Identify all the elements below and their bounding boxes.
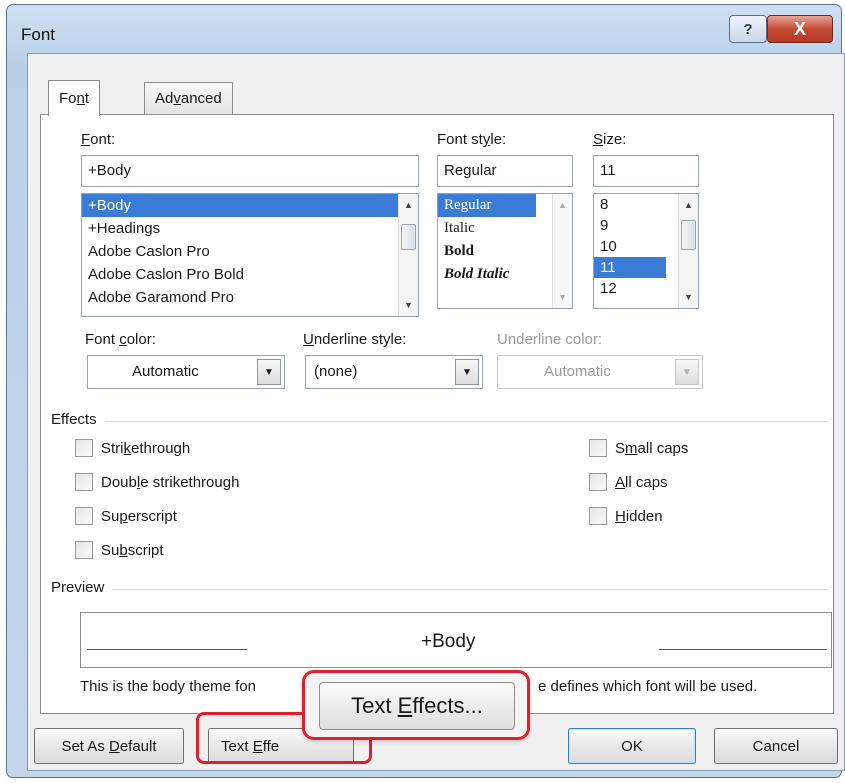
double-strikethrough-checkbox[interactable]: Double strikethrough	[75, 473, 239, 491]
scroll-thumb[interactable]	[401, 224, 416, 250]
dialog-body: Font Advanced Font: +Body +Body +Heading…	[27, 53, 845, 771]
font-name-field[interactable]: +Body	[81, 155, 419, 187]
subscript-checkbox[interactable]: Subscript	[75, 541, 164, 559]
chevron-down-icon: ▼	[675, 359, 699, 385]
subscript-label: Subscript	[101, 541, 164, 559]
effects-divider	[51, 421, 827, 422]
scroll-up-icon[interactable]: ▲	[679, 196, 698, 214]
list-item[interactable]: +Headings	[82, 217, 418, 240]
tab-font-label: Font	[59, 90, 90, 107]
preview-note: This is the body theme fon	[80, 678, 256, 695]
double-strikethrough-label: Double strikethrough	[101, 473, 240, 491]
chevron-down-icon[interactable]: ▼	[455, 359, 479, 385]
scroll-down-icon[interactable]: ▼	[399, 296, 418, 314]
hidden-label: Hidden	[615, 507, 663, 525]
set-as-default-label: Set As Default	[61, 737, 157, 755]
effects-title: Effects	[51, 411, 105, 428]
text-effects-callout: Text Effects...	[302, 670, 530, 740]
checkbox-box[interactable]	[75, 439, 93, 457]
strikethrough-checkbox[interactable]: Strikethrough	[75, 439, 190, 457]
size-label: Size:	[593, 131, 627, 148]
size-list[interactable]: 8 9 10 11 12 ▲ ▼	[593, 193, 699, 309]
list-item[interactable]: Regular	[438, 194, 536, 217]
font-color-label: Font color:	[85, 331, 156, 348]
checkbox-box[interactable]	[75, 507, 93, 525]
dialog-title: Font	[21, 25, 56, 44]
close-button[interactable]: X	[767, 15, 833, 43]
underline-color-value: Automatic	[544, 363, 611, 380]
chevron-down-icon[interactable]: ▼	[257, 359, 281, 385]
scroll-down-icon[interactable]: ▼	[553, 288, 572, 306]
size-list-scrollbar[interactable]: ▲ ▼	[678, 194, 698, 308]
small-caps-checkbox[interactable]: Small caps	[589, 439, 688, 457]
font-style-scrollbar[interactable]: ▲ ▼	[552, 194, 572, 308]
tab-advanced[interactable]: Advanced	[144, 82, 233, 114]
font-color-value: Automatic	[132, 363, 199, 380]
scroll-up-icon[interactable]: ▲	[553, 196, 572, 214]
preview-rule-right	[659, 649, 827, 650]
strikethrough-label: Strikethrough	[101, 439, 191, 457]
font-style-field[interactable]: Regular	[437, 155, 573, 187]
underline-style-label: Underline style:	[303, 331, 407, 348]
font-color-dropdown[interactable]: Automatic ▼	[87, 355, 285, 389]
small-caps-label: Small caps	[615, 439, 689, 457]
cancel-button[interactable]: Cancel	[714, 728, 838, 764]
tab-advanced-label: Advanced	[155, 90, 222, 107]
checkbox-box[interactable]	[75, 541, 93, 559]
preview-divider	[51, 589, 827, 590]
set-as-default-button[interactable]: Set As Default	[34, 728, 184, 764]
scroll-thumb[interactable]	[681, 220, 696, 250]
scroll-down-icon[interactable]: ▼	[679, 288, 698, 306]
help-icon: ?	[743, 20, 753, 38]
list-item[interactable]: Adobe Caslon Pro Bold	[82, 263, 418, 286]
tab-font[interactable]: Font	[48, 80, 101, 116]
all-caps-label: All caps	[615, 473, 668, 491]
list-item[interactable]: 11	[594, 257, 666, 278]
size-field[interactable]: 11	[593, 155, 699, 187]
all-caps-checkbox[interactable]: All caps	[589, 473, 668, 491]
preview-rule-left	[87, 649, 247, 650]
help-button[interactable]: ?	[729, 15, 767, 43]
font-list[interactable]: +Body +Headings Adobe Caslon Pro Adobe C…	[81, 193, 419, 317]
font-style-label: Font style:	[437, 131, 507, 148]
list-item[interactable]: Adobe Garamond Pro	[82, 286, 418, 309]
underline-color-dropdown: Automatic ▼	[497, 355, 703, 389]
scroll-up-icon[interactable]: ▲	[399, 196, 418, 214]
hidden-checkbox[interactable]: Hidden	[589, 507, 663, 525]
checkbox-box[interactable]	[589, 439, 607, 457]
list-item[interactable]: +Body	[82, 194, 418, 217]
checkbox-box[interactable]	[589, 473, 607, 491]
preview-box: +Body	[80, 612, 832, 668]
text-effects-zoomed-label: Text Effects...	[351, 693, 483, 718]
text-effects-button-zoomed[interactable]: Text Effects...	[319, 682, 515, 730]
preview-title: Preview	[51, 579, 113, 596]
font-style-list[interactable]: Regular Italic Bold Bold Italic ▲ ▼	[437, 193, 573, 309]
ok-button[interactable]: OK	[568, 728, 696, 764]
preview-note-tail: e defines which font will be used.	[538, 678, 758, 695]
underline-style-value: (none)	[314, 363, 358, 380]
font-label: Font:	[81, 131, 116, 148]
checkbox-box[interactable]	[75, 473, 93, 491]
checkbox-box[interactable]	[589, 507, 607, 525]
font-list-scrollbar[interactable]: ▲ ▼	[398, 194, 418, 316]
underline-color-label: Underline color:	[497, 331, 603, 348]
superscript-label: Superscript	[101, 507, 177, 525]
superscript-checkbox[interactable]: Superscript	[75, 507, 177, 525]
underline-style-dropdown[interactable]: (none) ▼	[305, 355, 483, 389]
preview-sample: +Body	[421, 631, 476, 652]
list-item[interactable]: Adobe Caslon Pro	[82, 240, 418, 263]
font-dialog: Font ? X Font Advanced Font: +Body +Body…	[6, 4, 845, 778]
close-icon: X	[793, 18, 806, 39]
